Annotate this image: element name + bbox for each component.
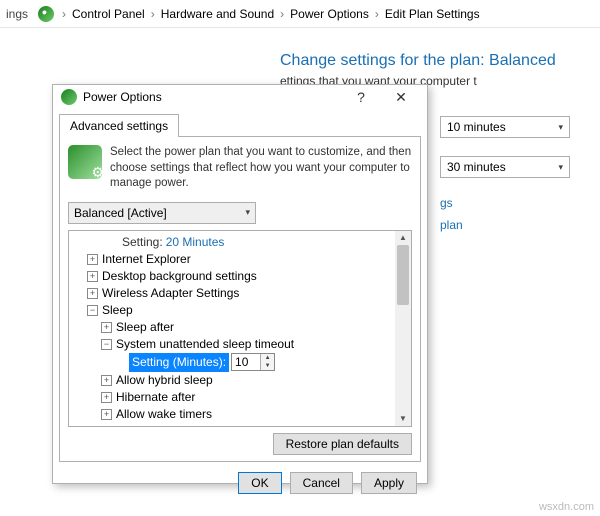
breadcrumb-hardware-sound[interactable]: Hardware and Sound — [159, 5, 276, 23]
chevron-down-icon: ▾ — [245, 207, 250, 218]
plan-select-dropdown[interactable]: Balanced [Active] ▾ — [68, 202, 256, 224]
power-options-icon[interactable] — [38, 6, 54, 22]
tree-wake-timers[interactable]: Allow wake timers — [116, 406, 212, 423]
tree-scrollbar[interactable]: ▲ ▼ — [395, 231, 411, 426]
setting-minutes-label[interactable]: Setting (Minutes): — [129, 353, 229, 372]
ok-button[interactable]: OK — [238, 472, 281, 494]
chevron-down-icon: ▾ — [558, 162, 563, 173]
expand-icon[interactable]: + — [87, 288, 98, 299]
chevron-right-icon: › — [375, 7, 379, 21]
settings-tree: Setting:20 Minutes + Internet Explorer + D… — [68, 230, 412, 427]
close-button[interactable]: ✕ — [381, 85, 421, 109]
apply-button[interactable]: Apply — [361, 472, 417, 494]
display-timeout-dropdown[interactable]: 10 minutes ▾ — [440, 116, 570, 138]
dialog-header-text: Select the power plan that you want to c… — [110, 145, 412, 192]
page-title: Change settings for the plan: Balanced — [280, 52, 582, 70]
tree-hybrid-sleep[interactable]: Allow hybrid sleep — [116, 372, 213, 389]
breadcrumb-edit-plan[interactable]: Edit Plan Settings — [383, 5, 482, 23]
collapse-icon[interactable]: − — [87, 305, 98, 316]
breadcrumb-control-panel[interactable]: Control Panel — [70, 5, 147, 23]
expand-icon[interactable]: + — [101, 375, 112, 386]
chevron-down-icon: ▾ — [558, 122, 563, 133]
tree-unattended-timeout[interactable]: System unattended sleep timeout — [116, 336, 294, 353]
help-button[interactable]: ? — [341, 85, 381, 109]
plan-select-value: Balanced [Active] — [74, 206, 167, 220]
sleep-timeout-dropdown[interactable]: 30 minutes ▾ — [440, 156, 570, 178]
tree-sleep[interactable]: Sleep — [102, 302, 133, 319]
chevron-right-icon: › — [151, 7, 155, 21]
expand-icon[interactable]: + — [101, 409, 112, 420]
minutes-spinner[interactable]: ▲▼ — [231, 353, 275, 371]
tab-strip: Advanced settings — [53, 109, 427, 136]
expand-icon[interactable]: + — [87, 254, 98, 265]
chevron-right-icon: › — [280, 7, 284, 21]
tab-body: Select the power plan that you want to c… — [59, 136, 421, 462]
scroll-up-icon[interactable]: ▲ — [395, 231, 411, 245]
link-change-advanced[interactable]: gs — [440, 196, 582, 210]
breadcrumb: ings › Control Panel › Hardware and Soun… — [0, 0, 600, 28]
scroll-thumb[interactable] — [397, 245, 409, 305]
chevron-right-icon: › — [62, 7, 66, 21]
power-options-icon — [61, 89, 77, 105]
dropdown-value: 10 minutes — [447, 120, 506, 134]
expand-icon[interactable]: + — [87, 271, 98, 282]
spin-down[interactable]: ▼ — [261, 362, 274, 370]
setting-label: Setting: — [122, 234, 163, 251]
collapse-icon[interactable]: − — [101, 339, 112, 350]
tree-desktop-bg[interactable]: Desktop background settings — [102, 268, 257, 285]
cancel-button[interactable]: Cancel — [290, 472, 353, 494]
scroll-down-icon[interactable]: ▼ — [395, 412, 411, 426]
link-restore-defaults[interactable]: plan — [440, 218, 582, 232]
dialog-titlebar[interactable]: Power Options ? ✕ — [53, 85, 427, 109]
expand-icon[interactable]: + — [101, 392, 112, 403]
spin-up[interactable]: ▲ — [261, 354, 274, 362]
watermark: wsxdn.com — [539, 501, 594, 513]
restore-defaults-button[interactable]: Restore plan defaults — [273, 433, 412, 455]
breadcrumb-partial: ings — [6, 7, 28, 21]
dropdown-value: 30 minutes — [447, 160, 506, 174]
tree-sleep-after[interactable]: Sleep after — [116, 319, 174, 336]
expand-icon[interactable]: + — [101, 322, 112, 333]
tree-hibernate-after[interactable]: Hibernate after — [116, 389, 195, 406]
setting-value[interactable]: 20 Minutes — [166, 234, 225, 251]
battery-gear-icon — [68, 145, 102, 179]
tree-wireless-adapter[interactable]: Wireless Adapter Settings — [102, 285, 239, 302]
minutes-input[interactable] — [232, 354, 260, 370]
breadcrumb-power-options[interactable]: Power Options — [288, 5, 371, 23]
tree-internet-explorer[interactable]: Internet Explorer — [102, 251, 191, 268]
dialog-title: Power Options — [83, 90, 341, 104]
power-options-dialog: Power Options ? ✕ Advanced settings Sele… — [52, 84, 428, 484]
tab-advanced-settings[interactable]: Advanced settings — [59, 114, 179, 137]
